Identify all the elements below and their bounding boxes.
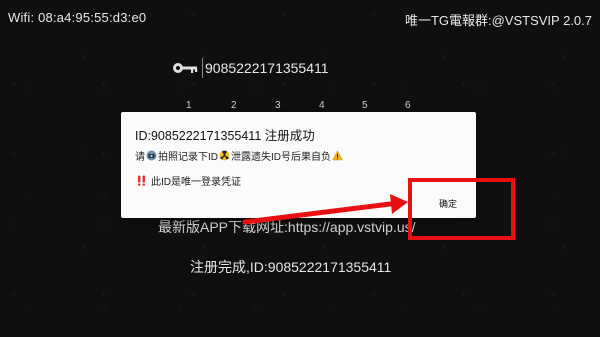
id-input[interactable]: 9085222171355411 bbox=[202, 58, 329, 78]
dialog-title: ID:9085222171355411 注册成功 bbox=[135, 129, 315, 143]
wifi-mac-label: Wifi: 08:a4:95:55:d3:e0 bbox=[8, 10, 147, 25]
id-row: 9085222171355411 bbox=[172, 58, 329, 78]
red-arrow-annotation bbox=[242, 194, 408, 225]
key-icon bbox=[173, 63, 198, 73]
camera-icon bbox=[146, 150, 157, 161]
radioactive-icon bbox=[219, 150, 230, 161]
warning-icon bbox=[332, 150, 343, 161]
dialog-unique-line: 此ID是唯一登录凭证 bbox=[135, 173, 241, 188]
digit-key[interactable]: 5 bbox=[362, 100, 368, 111]
highlight-box bbox=[408, 178, 515, 240]
dialog-warning-line: 请 拍照记录下ID 泄露遗失ID号后果自负 bbox=[135, 148, 344, 163]
dialog-line1-c: 泄露遗失ID号后果自负 bbox=[231, 152, 331, 163]
dialog-line1-a: 请 bbox=[135, 152, 145, 163]
dialog-line2-text: 此ID是唯一登录凭证 bbox=[151, 177, 241, 188]
register-done-text: 注册完成,ID:9085222171355411 bbox=[190, 259, 392, 275]
dialog-line1-b: 拍照记录下ID bbox=[158, 152, 218, 163]
digit-key[interactable]: 6 bbox=[405, 100, 411, 111]
digit-key[interactable]: 3 bbox=[275, 100, 281, 111]
digit-key[interactable]: 1 bbox=[186, 100, 192, 111]
digit-key[interactable]: 2 bbox=[231, 100, 237, 111]
double-exclamation-icon bbox=[138, 175, 145, 186]
brand-version-label: 唯一TG電報群:@VSTSVIP 2.0.7 bbox=[404, 13, 592, 28]
digit-key[interactable]: 4 bbox=[319, 100, 325, 111]
